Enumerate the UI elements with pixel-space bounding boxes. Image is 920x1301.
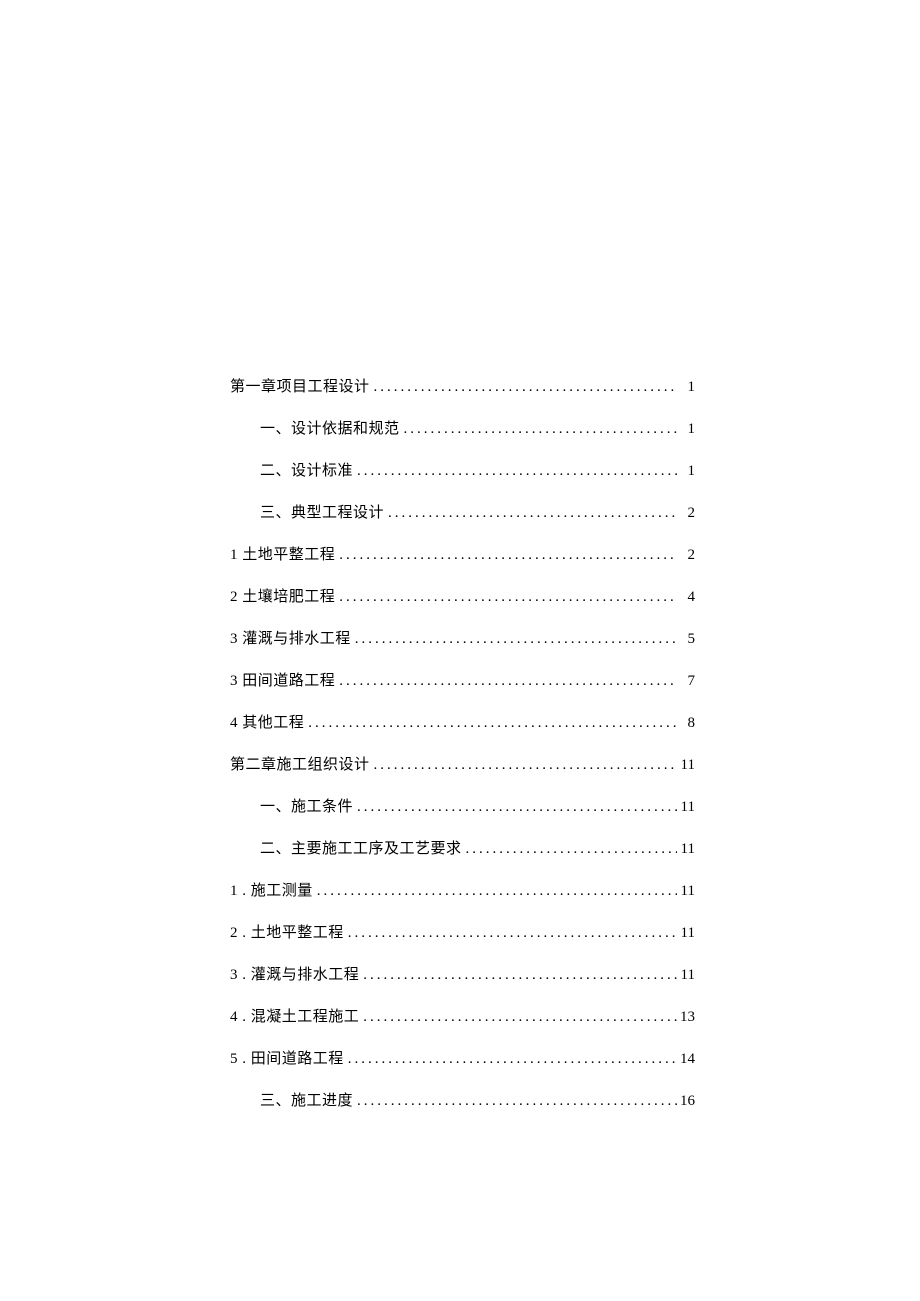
toc-entry: 一、设计依据和规范 ..............................… (230, 417, 695, 438)
toc-page-number: 14 (677, 1051, 695, 1068)
toc-page-number: 11 (677, 967, 695, 984)
toc-label: 2 土壤培肥工程 (230, 585, 335, 606)
toc-leader-dots: ........................................… (335, 589, 677, 606)
toc-label: 1 . 施工测量 (230, 879, 313, 900)
toc-label: 三、典型工程设计 (260, 501, 384, 522)
toc-entry: 一、施工条件 .................................… (230, 795, 695, 816)
toc-leader-dots: ........................................… (400, 421, 677, 438)
toc-entry: 二、设计标准 .................................… (230, 459, 695, 480)
toc-label: 3 田间道路工程 (230, 669, 335, 690)
toc-entry: 2 土壤培肥工程 ...............................… (230, 585, 695, 606)
toc-leader-dots: ........................................… (335, 547, 677, 564)
table-of-contents: 第一章项目工程设计 ..............................… (230, 375, 695, 1110)
toc-leader-dots: ........................................… (353, 463, 677, 480)
toc-leader-dots: ........................................… (353, 1093, 677, 1110)
toc-leader-dots: ........................................… (359, 967, 677, 984)
toc-label: 第二章施工组织设计 (230, 753, 370, 774)
toc-entry: 3 . 灌溉与排水工程 ............................… (230, 963, 695, 984)
toc-page-number: 13 (677, 1009, 695, 1026)
toc-leader-dots: ........................................… (359, 1009, 677, 1026)
toc-label: 一、施工条件 (260, 795, 353, 816)
toc-page-number: 1 (677, 379, 695, 396)
toc-label: 二、主要施工工序及工艺要求 (260, 837, 462, 858)
toc-leader-dots: ........................................… (344, 925, 677, 942)
toc-entry: 4 . 混凝土工程施工 ............................… (230, 1005, 695, 1026)
toc-entry: 三、典型工程设计 ...............................… (230, 501, 695, 522)
toc-page-number: 16 (677, 1093, 695, 1110)
toc-leader-dots: ........................................… (313, 883, 677, 900)
toc-page-number: 11 (677, 883, 695, 900)
toc-page-number: 11 (677, 757, 695, 774)
toc-label: 二、设计标准 (260, 459, 353, 480)
toc-entry: 二、主要施工工序及工艺要求 ..........................… (230, 837, 695, 858)
toc-entry: 4 其他工程 .................................… (230, 711, 695, 732)
toc-page-number: 4 (677, 589, 695, 606)
toc-leader-dots: ........................................… (335, 673, 677, 690)
toc-page-number: 1 (677, 421, 695, 438)
toc-label: 3 . 灌溉与排水工程 (230, 963, 359, 984)
toc-page-number: 11 (677, 799, 695, 816)
toc-page-number: 5 (677, 631, 695, 648)
toc-entry: 1 . 施工测量 ...............................… (230, 879, 695, 900)
toc-entry: 3 田间道路工程 ...............................… (230, 669, 695, 690)
toc-entry: 5 . 田间道路工程 .............................… (230, 1047, 695, 1068)
toc-leader-dots: ........................................… (384, 505, 677, 522)
toc-leader-dots: ........................................… (370, 379, 677, 396)
toc-page-number: 11 (677, 925, 695, 942)
toc-leader-dots: ........................................… (344, 1051, 677, 1068)
toc-leader-dots: ........................................… (304, 715, 677, 732)
toc-page-number: 2 (677, 547, 695, 564)
toc-page-number: 8 (677, 715, 695, 732)
toc-label: 一、设计依据和规范 (260, 417, 400, 438)
toc-leader-dots: ........................................… (370, 757, 677, 774)
toc-entry: 第二章施工组织设计 ..............................… (230, 753, 695, 774)
toc-page-number: 2 (677, 505, 695, 522)
toc-entry: 1 土地平整工程 ...............................… (230, 543, 695, 564)
toc-label: 1 土地平整工程 (230, 543, 335, 564)
toc-label: 三、施工进度 (260, 1089, 353, 1110)
toc-page-number: 7 (677, 673, 695, 690)
toc-label: 3 灌溉与排水工程 (230, 627, 351, 648)
toc-entry: 第一章项目工程设计 ..............................… (230, 375, 695, 396)
toc-label: 5 . 田间道路工程 (230, 1047, 344, 1068)
toc-page-number: 11 (677, 841, 695, 858)
toc-leader-dots: ........................................… (353, 799, 677, 816)
toc-leader-dots: ........................................… (351, 631, 677, 648)
toc-label: 2 . 土地平整工程 (230, 921, 344, 942)
toc-label: 4 . 混凝土工程施工 (230, 1005, 359, 1026)
toc-label: 4 其他工程 (230, 711, 304, 732)
toc-page-number: 1 (677, 463, 695, 480)
toc-entry: 三、施工进度 .................................… (230, 1089, 695, 1110)
toc-leader-dots: ........................................… (462, 841, 677, 858)
toc-entry: 3 灌溉与排水工程 ..............................… (230, 627, 695, 648)
toc-label: 第一章项目工程设计 (230, 375, 370, 396)
toc-entry: 2 . 土地平整工程 .............................… (230, 921, 695, 942)
